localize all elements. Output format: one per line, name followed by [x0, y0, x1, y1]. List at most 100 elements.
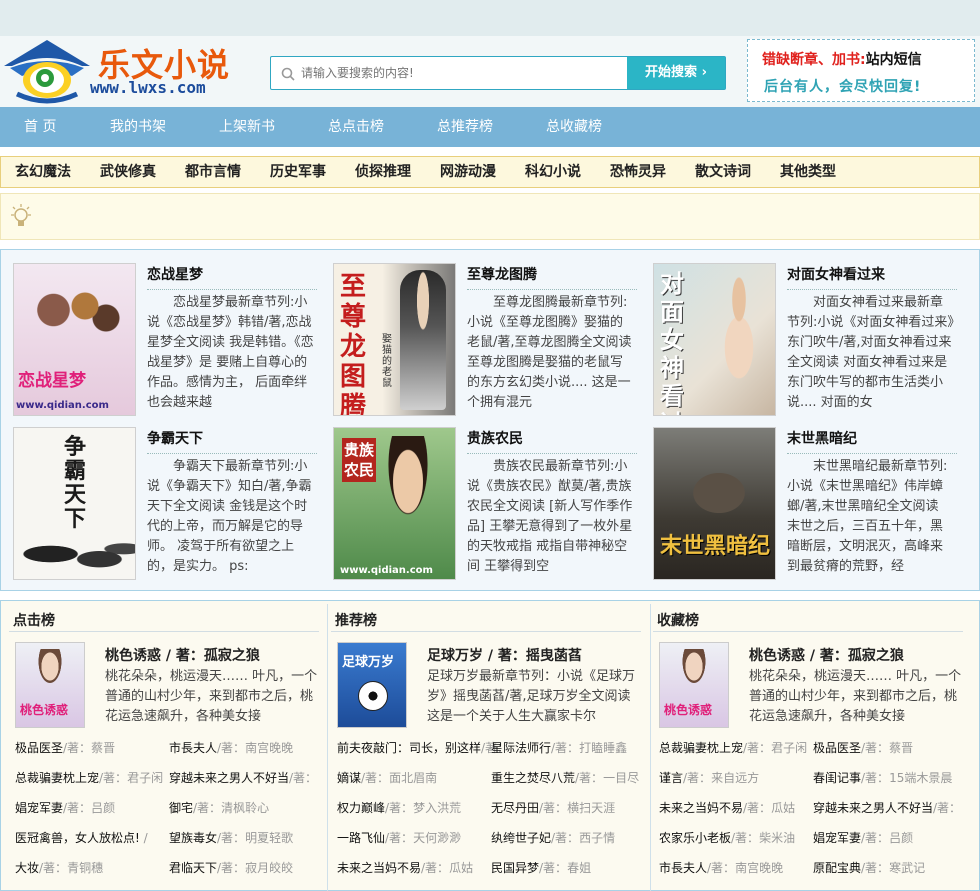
list-item[interactable]: 嫡谋/著：面北眉南 [337, 769, 437, 787]
divider [9, 631, 319, 632]
nav-new-books[interactable]: 上架新书 [219, 107, 275, 147]
book-title[interactable]: 恋战星梦 [147, 264, 203, 284]
category-link[interactable]: 武侠修真 [100, 157, 156, 188]
nav-recommend-rank[interactable]: 总推荐榜 [437, 107, 493, 147]
cover-title: 桃色诱惑 [20, 703, 69, 717]
divider [147, 289, 317, 290]
list-item[interactable]: 大妆/著：青铜穗 [15, 859, 103, 877]
book-cover[interactable]: 末世黑暗纪 [653, 427, 776, 580]
book-cover[interactable]: 对面女神看过来 [653, 263, 776, 416]
featured-books: 恋战星梦 www.qidian.com 恋战星梦 恋战星梦最新章节列:小说《恋战… [0, 249, 980, 591]
cover-title: 恋战星梦 [18, 371, 86, 391]
list-item[interactable]: 未来之当妈不易/著：瓜姑 [659, 799, 795, 817]
list-item[interactable]: 星际法师行/著：打瞌睡鑫 [491, 739, 627, 757]
search-input[interactable] [301, 57, 627, 89]
category-link[interactable]: 其他类型 [780, 157, 836, 188]
category-link[interactable]: 玄幻魔法 [15, 157, 71, 188]
list-item[interactable]: 穿越未来之男人不好当/著： [813, 799, 961, 817]
list-item[interactable]: 无尽丹田/著：横扫天涯 [491, 799, 615, 817]
list-item[interactable]: 纨绔世子妃/著：西子情 [491, 829, 615, 847]
list-item[interactable]: 一路飞仙/著：天何渺渺 [337, 829, 461, 847]
category-link[interactable]: 历史军事 [270, 157, 326, 188]
list-item[interactable]: 望族毒女/著：明夏轻歌 [169, 829, 293, 847]
rank-panel-recommend: 推荐榜 足球万岁 足球万岁 / 著：摇曳菡萏 足球万岁最新章节列：小说《足球万岁… [325, 601, 648, 891]
cover-title: 末世黑暗纪 [660, 534, 771, 559]
divider [467, 453, 637, 454]
book-desc: 争霸天下最新章节列:小说《争霸天下》知白/著,争霸天下全文阅读 金钱是这个时代的… [147, 459, 312, 574]
list-item[interactable]: 谨言/著：来自远方 [659, 769, 759, 787]
book-desc: 贵族农民最新章节列:小说《贵族农民》猷莫/著,贵族农民全文阅读 [新人写作季作品… [467, 459, 633, 574]
notice-red-text: 错缺断章、加书: [762, 52, 866, 68]
search-button[interactable]: 开始搜索 › [627, 57, 725, 89]
list-item[interactable]: 市長夫人/著：南宫晚晚 [169, 739, 293, 757]
list-item[interactable]: 重生之焚尽八荒/著：一目尽 [491, 769, 639, 787]
book-card: 对面女神看过来 对面女神看过来 对面女神看过来最新章节列:小说《对面女神看过来》… [653, 263, 963, 418]
category-link[interactable]: 恐怖灵异 [610, 157, 666, 188]
book-cover[interactable]: 至尊龙图腾 娶猫的老鼠 [333, 263, 456, 416]
book-cover[interactable]: 争霸天下 [13, 427, 136, 580]
book-title[interactable]: 贵族农民 [467, 428, 523, 448]
nav-collect-rank[interactable]: 总收藏榜 [546, 107, 602, 147]
cover-title: 争霸天下 [64, 435, 87, 532]
divider [787, 289, 957, 290]
list-item[interactable]: 农家乐小老板/著：柴米油 [659, 829, 795, 847]
book-title[interactable]: 争霸天下 [147, 428, 203, 448]
rank-top-title[interactable]: 足球万岁 / 著：摇曳菡萏 [427, 645, 582, 665]
category-link[interactable]: 侦探推理 [355, 157, 411, 188]
notice-message-link[interactable]: 站内短信 [866, 52, 922, 68]
rank-heading: 推荐榜 [335, 613, 377, 629]
list-item[interactable]: 权力巅峰/著：梦入洪荒 [337, 799, 461, 817]
category-link[interactable]: 科幻小说 [525, 157, 581, 188]
list-item[interactable]: 总裁骗妻枕上宠/著：君子闲 [659, 739, 807, 757]
book-desc: 至尊龙图腾最新章节列:小说《至尊龙图腾》娶猫的老鼠/著,至尊龙图腾全文阅读 至尊… [467, 295, 632, 410]
list-item[interactable]: 君临天下/著：寂月皎皎 [169, 859, 293, 877]
football-icon [358, 681, 388, 711]
category-link[interactable]: 网游动漫 [440, 157, 496, 188]
divider [787, 453, 957, 454]
book-cover[interactable]: 贵族农民 www.qidian.com [333, 427, 456, 580]
list-item[interactable]: 原配宝典/著：寒武记 [813, 859, 925, 877]
category-link[interactable]: 散文诗词 [695, 157, 751, 188]
site-logo[interactable]: 乐文小说 www.lwxs.com [2, 36, 242, 107]
book-desc: 对面女神看过来最新章节列:小说《对面女神看过来》东门吹牛/著,对面女神看过来全文… [787, 295, 954, 410]
list-item[interactable]: 前夫夜敲门：司长，别这样/著： [337, 739, 509, 757]
list-item[interactable]: 娼宠军妻/著：吕颜 [813, 829, 913, 847]
nav-home[interactable]: 首 页 [24, 107, 56, 147]
list-item[interactable]: 总裁骗妻枕上宠/著：君子闲 [15, 769, 163, 787]
search-icon [281, 67, 295, 81]
cover-sub: www.qidian.com [16, 400, 109, 411]
divider [467, 289, 637, 290]
search-button-label: 开始搜索 [645, 65, 698, 80]
rank-top-title[interactable]: 桃色诱惑 / 著：孤寂之狼 [749, 645, 904, 665]
rank-section: 点击榜 桃色诱惑 桃色诱惑 / 著：孤寂之狼 桃花朵朵，桃运漫天…… 叶凡，一个… [0, 600, 980, 891]
divider [331, 631, 641, 632]
book-title[interactable]: 对面女神看过来 [787, 264, 885, 284]
list-item[interactable]: 极品医圣/著：蔡晋 [813, 739, 913, 757]
list-item[interactable]: 极品医圣/著：蔡晋 [15, 739, 115, 757]
list-item[interactable]: 医冠禽兽，女人放松点! / [15, 829, 148, 847]
list-item[interactable]: 未来之当妈不易/著：瓜姑 [337, 859, 473, 877]
book-card: 末世黑暗纪 末世黑暗纪 末世黑暗纪最新章节列:小说《末世黑暗纪》伟岸蟑螂/著,末… [653, 427, 963, 582]
list-item[interactable]: 御宅/著：清枫聆心 [169, 799, 269, 817]
list-item[interactable]: 娼宠军妻/著：吕颜 [15, 799, 115, 817]
rank-top-cover[interactable]: 桃色诱惑 [659, 642, 729, 728]
cover-title: 贵族农民 [342, 438, 376, 482]
list-item[interactable]: 穿越未来之男人不好当/著： [169, 769, 317, 787]
cover-title: 至尊龙图腾 [340, 272, 367, 416]
rank-top-cover[interactable]: 桃色诱惑 [15, 642, 85, 728]
rank-top-cover[interactable]: 足球万岁 [337, 642, 407, 728]
nav-bookshelf[interactable]: 我的书架 [110, 107, 166, 147]
nav-click-rank[interactable]: 总点击榜 [328, 107, 384, 147]
book-title[interactable]: 至尊龙图腾 [467, 264, 537, 284]
list-item[interactable]: 民国异梦/著：春姐 [491, 859, 591, 877]
book-title[interactable]: 末世黑暗纪 [787, 428, 857, 448]
list-item[interactable]: 春闺记事/著：15端木景晨 [813, 769, 952, 787]
rank-top-title[interactable]: 桃色诱惑 / 著：孤寂之狼 [105, 645, 260, 665]
category-link[interactable]: 都市言情 [185, 157, 241, 188]
book-cover[interactable]: 恋战星梦 www.qidian.com [13, 263, 136, 416]
book-card: 争霸天下 争霸天下 争霸天下最新章节列:小说《争霸天下》知白/著,争霸天下全文阅… [13, 427, 323, 582]
list-item[interactable]: 市長夫人/著：南宫晚晚 [659, 859, 783, 877]
cover-sub: 娶猫的老鼠 [382, 334, 392, 389]
cover-sub: www.qidian.com [340, 565, 433, 576]
cover-title: 对面女神看过来 [660, 270, 684, 415]
